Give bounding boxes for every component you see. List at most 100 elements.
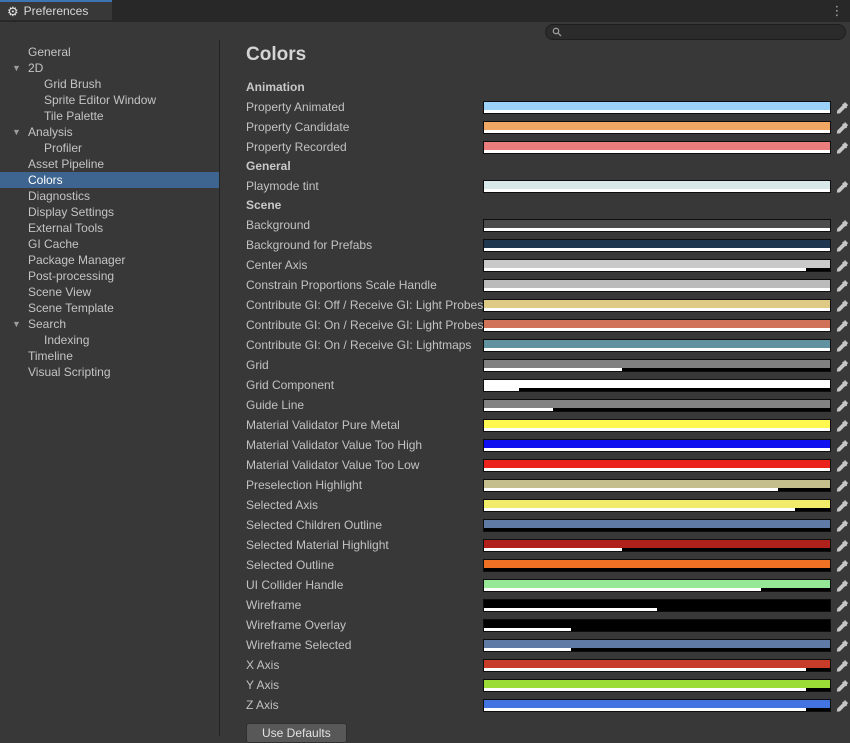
- color-swatch[interactable]: [483, 439, 831, 452]
- eyedropper-icon[interactable]: [835, 638, 849, 652]
- color-row-grid-component: Grid Component: [230, 375, 850, 395]
- color-swatch[interactable]: [483, 121, 831, 134]
- eyedropper-icon[interactable]: [835, 318, 849, 332]
- sidebar-item-profiler[interactable]: Profiler: [0, 140, 219, 156]
- color-swatch[interactable]: [483, 479, 831, 492]
- tab-preferences[interactable]: ⚙ Preferences: [0, 0, 112, 20]
- color-swatch[interactable]: [483, 699, 831, 712]
- color-swatch[interactable]: [483, 141, 831, 154]
- search-input[interactable]: [562, 26, 845, 38]
- eyedropper-icon[interactable]: [835, 458, 849, 472]
- eyedropper-icon[interactable]: [835, 618, 849, 632]
- eyedropper-icon[interactable]: [835, 378, 849, 392]
- eyedropper-icon[interactable]: [835, 358, 849, 372]
- eyedropper-icon[interactable]: [835, 538, 849, 552]
- swatch-color-area: [484, 600, 830, 608]
- color-swatch[interactable]: [483, 599, 831, 612]
- eyedropper-icon[interactable]: [835, 498, 849, 512]
- color-swatch[interactable]: [483, 239, 831, 252]
- alpha-bar-fill: [484, 110, 830, 113]
- eyedropper-icon[interactable]: [835, 478, 849, 492]
- alpha-bar: [484, 708, 830, 711]
- sidebar-item-colors[interactable]: Colors: [0, 172, 219, 188]
- foldout-triangle-icon[interactable]: ▼: [12, 124, 21, 140]
- kebab-menu-icon[interactable]: ⋮: [830, 2, 844, 20]
- eyedropper-icon[interactable]: [835, 398, 849, 412]
- color-row-selected-axis: Selected Axis: [230, 495, 850, 515]
- sidebar-item-gi-cache[interactable]: GI Cache: [0, 236, 219, 252]
- foldout-triangle-icon[interactable]: ▼: [12, 60, 21, 76]
- foldout-triangle-icon[interactable]: ▼: [12, 316, 21, 332]
- sidebar-item-indexing[interactable]: Indexing: [0, 332, 219, 348]
- color-swatch[interactable]: [483, 259, 831, 272]
- color-row-background-for-prefabs: Background for Prefabs: [230, 235, 850, 255]
- color-swatch[interactable]: [483, 359, 831, 372]
- eyedropper-icon[interactable]: [835, 418, 849, 432]
- eyedropper-icon[interactable]: [835, 518, 849, 532]
- color-swatch[interactable]: [483, 499, 831, 512]
- eyedropper-icon[interactable]: [835, 258, 849, 272]
- sidebar-item-external-tools[interactable]: External Tools: [0, 220, 219, 236]
- sidebar-item-asset-pipeline[interactable]: Asset Pipeline: [0, 156, 219, 172]
- color-label: Property Animated: [246, 100, 483, 114]
- eyedropper-icon[interactable]: [835, 678, 849, 692]
- color-swatch[interactable]: [483, 519, 831, 532]
- eyedropper-icon[interactable]: [835, 338, 849, 352]
- color-swatch[interactable]: [483, 559, 831, 572]
- sidebar-item-visual-scripting[interactable]: Visual Scripting: [0, 364, 219, 380]
- swatch-color-area: [484, 220, 830, 228]
- color-label: Selected Axis: [246, 498, 483, 512]
- eyedropper-icon[interactable]: [835, 100, 849, 114]
- sidebar-item-analysis[interactable]: ▼Analysis: [0, 124, 219, 140]
- color-swatch[interactable]: [483, 101, 831, 114]
- sidebar-item-2d[interactable]: ▼2D: [0, 60, 219, 76]
- color-swatch[interactable]: [483, 379, 831, 392]
- sidebar-item-package-manager[interactable]: Package Manager: [0, 252, 219, 268]
- sidebar-item-timeline[interactable]: Timeline: [0, 348, 219, 364]
- eyedropper-icon[interactable]: [835, 658, 849, 672]
- eyedropper-icon[interactable]: [835, 120, 849, 134]
- color-swatch[interactable]: [483, 299, 831, 312]
- color-swatch[interactable]: [483, 219, 831, 232]
- use-defaults-button[interactable]: Use Defaults: [246, 723, 347, 743]
- sidebar-item-tile-palette[interactable]: Tile Palette: [0, 108, 219, 124]
- alpha-bar-fill: [484, 708, 806, 711]
- eyedropper-icon[interactable]: [835, 218, 849, 232]
- sidebar-item-general[interactable]: General: [0, 44, 219, 60]
- color-swatch[interactable]: [483, 339, 831, 352]
- color-swatch[interactable]: [483, 319, 831, 332]
- alpha-bar-fill: [484, 588, 761, 591]
- eyedropper-icon[interactable]: [835, 598, 849, 612]
- color-swatch[interactable]: [483, 539, 831, 552]
- color-swatch[interactable]: [483, 659, 831, 672]
- color-swatch[interactable]: [483, 399, 831, 412]
- eyedropper-icon[interactable]: [835, 298, 849, 312]
- color-swatch[interactable]: [483, 619, 831, 632]
- search-box[interactable]: [545, 24, 846, 40]
- color-swatch[interactable]: [483, 419, 831, 432]
- sidebar-item-scene-view[interactable]: Scene View: [0, 284, 219, 300]
- sidebar-item-sprite-editor-window[interactable]: Sprite Editor Window: [0, 92, 219, 108]
- sidebar-item-grid-brush[interactable]: Grid Brush: [0, 76, 219, 92]
- eyedropper-icon[interactable]: [835, 698, 849, 712]
- alpha-bar-fill: [484, 508, 795, 511]
- eyedropper-icon[interactable]: [835, 438, 849, 452]
- eyedropper-icon[interactable]: [835, 238, 849, 252]
- eyedropper-icon[interactable]: [835, 278, 849, 292]
- eyedropper-icon[interactable]: [835, 578, 849, 592]
- eyedropper-icon[interactable]: [835, 179, 849, 193]
- sidebar-item-scene-template[interactable]: Scene Template: [0, 300, 219, 316]
- color-swatch[interactable]: [483, 639, 831, 652]
- sidebar-item-diagnostics[interactable]: Diagnostics: [0, 188, 219, 204]
- color-swatch[interactable]: [483, 279, 831, 292]
- sidebar-divider[interactable]: [219, 40, 220, 736]
- color-swatch[interactable]: [483, 679, 831, 692]
- sidebar-item-search[interactable]: ▼Search: [0, 316, 219, 332]
- color-swatch[interactable]: [483, 180, 831, 193]
- color-swatch[interactable]: [483, 579, 831, 592]
- sidebar-item-post-processing[interactable]: Post-processing: [0, 268, 219, 284]
- eyedropper-icon[interactable]: [835, 558, 849, 572]
- sidebar-item-display-settings[interactable]: Display Settings: [0, 204, 219, 220]
- eyedropper-icon[interactable]: [835, 140, 849, 154]
- color-swatch[interactable]: [483, 459, 831, 472]
